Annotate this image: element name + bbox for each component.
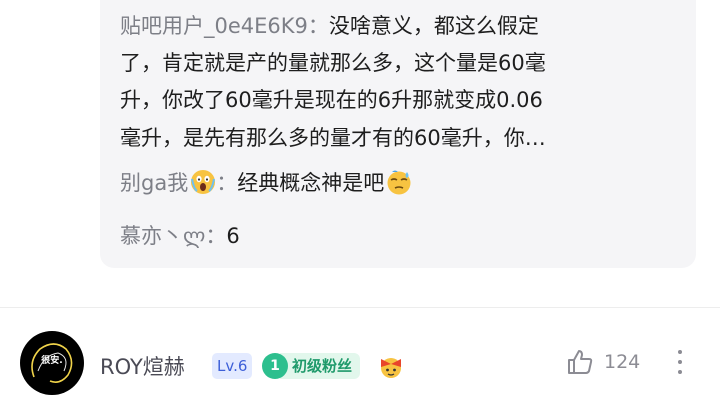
sub-reply-1[interactable]: 贴吧用户_0e4E6K9：没啥意义，都这么假定 <box>120 10 539 40</box>
sub-reply-text: 经典概念神是吧 <box>237 171 385 195</box>
fan-level-number: 1 <box>262 353 288 379</box>
more-dot <box>678 350 682 354</box>
sub-reply-text-line: 毫升，是先有那么多的量才有的60毫升，你… <box>120 126 546 150</box>
sub-reply-username[interactable]: 慕亦丶ლ <box>120 224 205 248</box>
thumbs-up-icon <box>568 350 593 374</box>
sub-reply-username[interactable]: 贴吧用户_0e4E6K9 <box>120 14 308 38</box>
sub-reply-3[interactable]: 慕亦丶ლ：6 <box>120 220 240 250</box>
separator: ： <box>307 14 329 38</box>
sub-reply-username[interactable]: 别ga我 <box>120 171 188 195</box>
ribbon-face-badge-icon <box>381 358 401 378</box>
sub-reply-text-line: 了，肯定就是产的量就那么多，这个量是60毫 <box>120 51 546 75</box>
author-name[interactable]: ROY煊赫 <box>100 351 185 381</box>
sub-reply-2[interactable]: 别ga我 ：经典概念神是吧 <box>120 167 412 197</box>
more-options-button[interactable] <box>670 346 690 378</box>
fan-badge: 初级粉丝 1 <box>262 353 372 379</box>
more-dot <box>678 370 682 374</box>
separator: ： <box>205 224 227 248</box>
sub-reply-text-line: 升，你改了60毫升是现在的6升那就变成0.06 <box>120 88 543 112</box>
separator: ： <box>216 171 238 195</box>
more-dot <box>678 360 682 364</box>
like-count: 124 <box>604 351 641 373</box>
avatar-text: 很安. <box>41 356 63 366</box>
like-button[interactable]: 124 <box>566 348 656 378</box>
sub-reply-text: 没啥意义，都这么假定 <box>328 14 539 38</box>
sweat-face-icon <box>387 170 411 195</box>
level-badge: Lv.6 <box>212 353 253 379</box>
sub-reply-text: 6 <box>226 224 240 248</box>
screaming-face-icon <box>191 170 216 194</box>
divider <box>0 307 720 308</box>
avatar[interactable]: 很安. <box>20 331 84 395</box>
fan-badge-label: 初级粉丝 <box>280 353 361 379</box>
